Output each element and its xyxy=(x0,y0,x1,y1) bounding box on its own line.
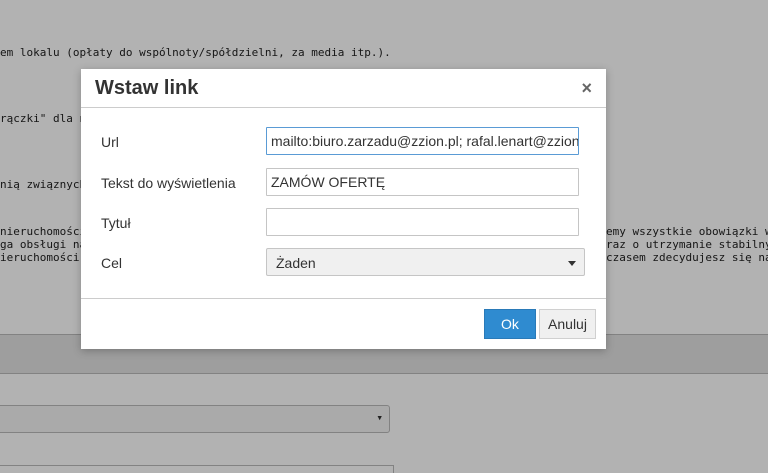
url-label: Url xyxy=(101,134,119,150)
text-row: Tekst do wyświetlenia ZAMÓW OFERTĘ xyxy=(81,168,606,198)
display-text-input[interactable]: ZAMÓW OFERTĘ xyxy=(266,168,579,196)
target-label: Cel xyxy=(101,255,123,271)
dialog-footer: Ok Anuluj xyxy=(81,298,606,350)
dialog-header: Wstaw link × xyxy=(81,69,606,108)
display-text-label: Tekst do wyświetlenia xyxy=(101,175,236,191)
title-label: Tytuł xyxy=(101,215,131,231)
close-icon[interactable]: × xyxy=(581,78,592,99)
chevron-down-icon xyxy=(568,261,576,266)
target-select[interactable]: Żaden xyxy=(266,248,585,276)
url-row: Url mailto:biuro.zarzadu@zzion.pl; rafal… xyxy=(81,127,606,157)
url-input[interactable]: mailto:biuro.zarzadu@zzion.pl; rafal.len… xyxy=(266,127,579,155)
title-input[interactable] xyxy=(266,208,579,236)
ok-button[interactable]: Ok xyxy=(484,309,536,339)
dialog-title: Wstaw link xyxy=(95,77,199,99)
cancel-button[interactable]: Anuluj xyxy=(539,309,596,339)
target-select-value: Żaden xyxy=(276,255,316,271)
title-row: Tytuł xyxy=(81,208,606,238)
target-row: Cel Żaden xyxy=(81,248,606,278)
insert-link-dialog: Wstaw link × Url mailto:biuro.zarzadu@zz… xyxy=(81,69,606,349)
